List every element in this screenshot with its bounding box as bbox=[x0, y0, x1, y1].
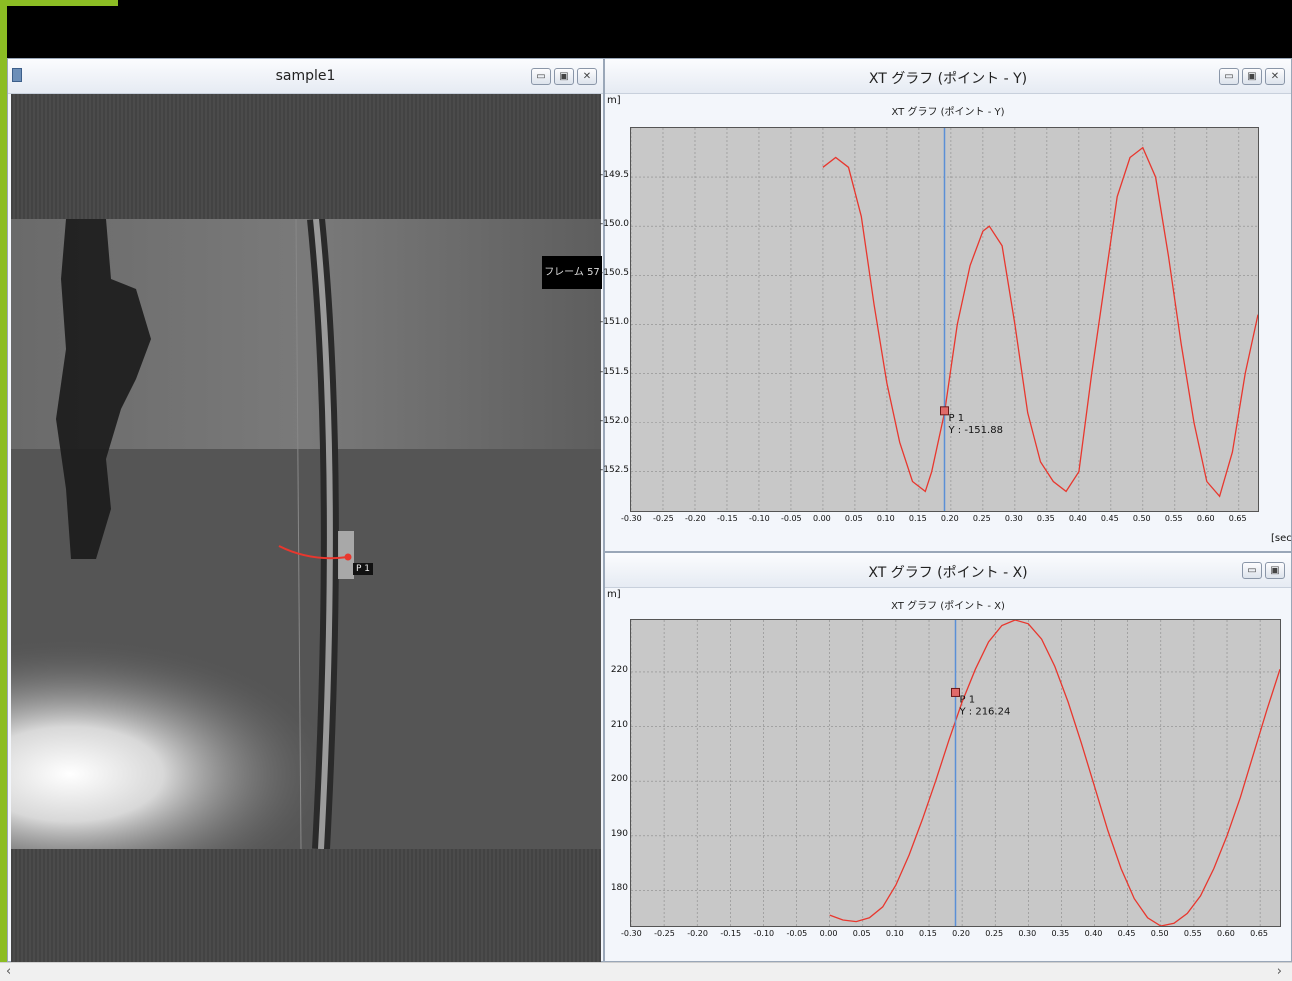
maximize-icon[interactable]: ▣ bbox=[1242, 68, 1262, 85]
y-tick-label: 190 bbox=[610, 828, 628, 839]
data-point-marker[interactable] bbox=[951, 687, 960, 697]
point-label[interactable]: P 1 bbox=[353, 563, 374, 575]
y-tick-label: -151.0 bbox=[600, 317, 630, 328]
x-tick-label: 0.30 bbox=[1004, 514, 1023, 523]
x-tick-label: 0.50 bbox=[1132, 514, 1151, 523]
graph-x-window-title: XT グラフ (ポイント - X) bbox=[868, 565, 1028, 581]
x-tick-label: 0.50 bbox=[1150, 929, 1169, 938]
marker-point-label: P 1 bbox=[960, 694, 976, 705]
x-tick-label: 0.65 bbox=[1228, 514, 1247, 523]
x-tick-label: 0.60 bbox=[1217, 929, 1235, 938]
marker-point-label: P 1 bbox=[949, 413, 965, 424]
minimize-icon[interactable]: ▭ bbox=[531, 68, 551, 85]
series-line bbox=[822, 146, 1258, 498]
x-tick-label: -0.20 bbox=[684, 514, 706, 523]
x-tick-label: 0.60 bbox=[1196, 514, 1215, 523]
close-icon[interactable]: ✕ bbox=[577, 68, 597, 85]
y-tick-label: -152.5 bbox=[600, 464, 630, 475]
x-tick-label: 0.45 bbox=[1117, 929, 1136, 938]
x-tick-label: 0.10 bbox=[885, 929, 904, 938]
x-tick-label: -0.25 bbox=[652, 514, 674, 523]
x-tick-label: -0.05 bbox=[786, 929, 808, 938]
graph-y-inner-title: XT グラフ (ポイント - Y) bbox=[891, 107, 1005, 118]
x-tick-label: -0.05 bbox=[780, 514, 802, 523]
video-top-letterbox bbox=[11, 94, 601, 219]
x-tick-label: 0.15 bbox=[919, 929, 937, 938]
workspace: sample1 ▭ ▣ ✕ P 1 フレーム 57 XT グラフ (ポイント -… bbox=[7, 58, 1292, 980]
graph-x-titlebar[interactable]: XT グラフ (ポイント - X) ▭ ▣ bbox=[605, 553, 1291, 588]
graph-y-svg: P 1Y : -151.88 bbox=[631, 128, 1258, 511]
graph-y-window-title: XT グラフ (ポイント - Y) bbox=[868, 71, 1028, 87]
data-point-marker[interactable] bbox=[940, 406, 949, 416]
maximize-icon[interactable]: ▣ bbox=[1265, 562, 1285, 579]
minimize-icon[interactable]: ▭ bbox=[1242, 562, 1262, 579]
y-tick-label: -151.5 bbox=[600, 366, 630, 377]
video-window-titlebar[interactable]: sample1 ▭ ▣ ✕ bbox=[8, 59, 603, 94]
minimize-icon[interactable]: ▭ bbox=[1219, 68, 1239, 85]
y-tick-label: -150.5 bbox=[600, 268, 630, 279]
y-tick-label: 220 bbox=[610, 664, 628, 675]
y-tick-label: -149.5 bbox=[600, 170, 630, 181]
y-tick-label: 210 bbox=[610, 719, 628, 730]
video-window[interactable]: sample1 ▭ ▣ ✕ P 1 フレーム 57 bbox=[7, 58, 604, 964]
x-tick-label: 0.55 bbox=[1164, 514, 1183, 523]
x-tick-label: -0.25 bbox=[654, 929, 675, 938]
x-tick-label: 0.05 bbox=[844, 514, 863, 523]
y-tick-label: -150.0 bbox=[600, 219, 630, 230]
x-tick-label: 0.25 bbox=[972, 514, 991, 523]
x-tick-label: 0.15 bbox=[908, 514, 927, 523]
marker-value-label: Y : 216.24 bbox=[959, 706, 1011, 717]
graph-x-plot-area[interactable]: P 1Y : 216.24 bbox=[630, 619, 1281, 927]
close-icon[interactable]: ✕ bbox=[1265, 68, 1285, 85]
x-tick-label: -0.10 bbox=[753, 929, 775, 938]
graph-y-titlebar[interactable]: XT グラフ (ポイント - Y) ▭ ▣ ✕ bbox=[605, 59, 1291, 94]
graph-x-svg: P 1Y : 216.24 bbox=[631, 620, 1280, 926]
x-tick-label: 0.05 bbox=[852, 929, 871, 938]
x-tick-label: 0.55 bbox=[1183, 929, 1202, 938]
y-tick-label: 200 bbox=[610, 774, 628, 785]
x-tick-label: 0.30 bbox=[1018, 929, 1037, 938]
x-tick-label: 0.20 bbox=[952, 929, 970, 938]
x-tick-label: -0.15 bbox=[716, 514, 738, 523]
scroll-right-icon[interactable]: › bbox=[1277, 964, 1282, 979]
xt-graph-y-window[interactable]: XT グラフ (ポイント - Y) ▭ ▣ ✕ m] XT グラフ (ポイント … bbox=[600, 58, 1292, 552]
x-tick-label: 0.35 bbox=[1051, 929, 1070, 938]
x-tick-label: 0.45 bbox=[1100, 514, 1119, 523]
graph-y-plot-area[interactable]: P 1Y : -151.88 bbox=[630, 127, 1259, 512]
video-frame bbox=[11, 219, 601, 849]
xt-graph-x-window[interactable]: XT グラフ (ポイント - X) ▭ ▣ m] XT グラフ (ポイント - … bbox=[604, 552, 1292, 962]
video-view[interactable]: P 1 フレーム 57 bbox=[11, 94, 602, 964]
maximize-icon[interactable]: ▣ bbox=[554, 68, 574, 85]
horizontal-scrollbar[interactable]: ‹ › bbox=[0, 962, 1292, 981]
window-controls: ▭ ▣ ✕ bbox=[531, 68, 597, 85]
x-tick-label: 0.10 bbox=[876, 514, 895, 523]
x-tick-label: -0.15 bbox=[720, 929, 742, 938]
x-tick-label: 0.40 bbox=[1084, 929, 1103, 938]
y-tick-label: 180 bbox=[610, 883, 628, 894]
x-tick-label: 0.00 bbox=[819, 929, 838, 938]
x-tick-label: 0.00 bbox=[812, 514, 831, 523]
x-unit-label: [sec bbox=[1271, 533, 1292, 544]
scroll-left-icon[interactable]: ‹ bbox=[6, 964, 11, 979]
x-tick-label: -0.30 bbox=[621, 514, 642, 523]
x-tick-label: 0.65 bbox=[1250, 929, 1268, 938]
green-accent-edge bbox=[0, 0, 7, 980]
marker-value-label: Y : -151.88 bbox=[948, 425, 1003, 436]
y-tick-label: -152.0 bbox=[600, 415, 630, 426]
x-tick-label: 0.35 bbox=[1036, 514, 1055, 523]
window-controls: ▭ ▣ ✕ bbox=[1219, 68, 1285, 85]
x-tick-label: -0.20 bbox=[687, 929, 708, 938]
series-line bbox=[829, 620, 1280, 926]
x-tick-label: -0.30 bbox=[621, 929, 642, 938]
x-tick-label: -0.10 bbox=[748, 514, 770, 523]
green-accent-top bbox=[0, 0, 118, 6]
x-tick-label: 0.25 bbox=[985, 929, 1004, 938]
graph-x-inner-title: XT グラフ (ポイント - X) bbox=[891, 601, 1005, 612]
video-window-title: sample1 bbox=[275, 68, 336, 84]
x-tick-label: 0.40 bbox=[1068, 514, 1087, 523]
window-controls: ▭ ▣ bbox=[1242, 562, 1285, 579]
video-bottom-letterbox bbox=[11, 849, 601, 964]
frame-counter: フレーム 57 bbox=[542, 256, 602, 289]
x-tick-label: 0.20 bbox=[940, 514, 959, 523]
